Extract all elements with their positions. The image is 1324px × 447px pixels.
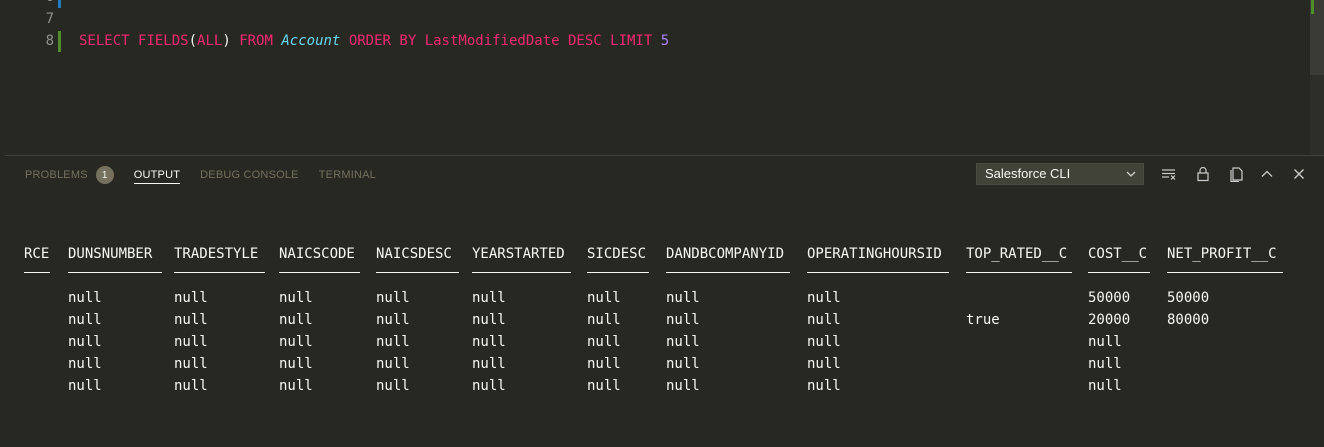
keyword-select: SELECT xyxy=(79,33,130,49)
table-cell: null xyxy=(472,378,506,394)
column-header: NAICSDESC xyxy=(376,246,452,262)
table-cell: null xyxy=(472,290,506,306)
column-header: YEARSTARTED xyxy=(472,246,565,262)
table-cell: null xyxy=(174,334,208,350)
column-underline xyxy=(472,272,571,273)
overview-ruler-marker xyxy=(1311,0,1314,14)
output-view[interactable]: RCE DUNSNUMBER TRADESTYLE NAICSCODE NAICSDES… xyxy=(5,156,1324,447)
table-cell: null xyxy=(1088,356,1122,372)
table-cell: null xyxy=(807,334,841,350)
column-header: DANDBCOMPANYID xyxy=(666,246,785,262)
column-header: TRADESTYLE xyxy=(174,246,259,262)
column-header: DUNSNUMBER xyxy=(68,246,153,262)
table-cell: null xyxy=(279,378,313,394)
editor-scrollbar[interactable] xyxy=(1310,0,1324,155)
column-underline xyxy=(807,272,949,273)
table-cell: 20000 xyxy=(1088,312,1131,328)
table-cell: 50000 xyxy=(1167,290,1210,306)
table-cell: null xyxy=(666,356,700,372)
order-field: LastModifiedDate xyxy=(424,33,560,49)
table-cell: null xyxy=(174,378,208,394)
column-underline xyxy=(68,272,162,273)
sobject-name: Account xyxy=(281,33,341,49)
table-cell: null xyxy=(666,378,700,394)
code-editor[interactable]: 6 7 8 SELECT FIELDS(ALL) FROM Account OR… xyxy=(0,0,1324,155)
table-cell: null xyxy=(587,290,621,306)
table-cell: null xyxy=(174,356,208,372)
column-underline xyxy=(174,272,265,273)
limit-value: 5 xyxy=(660,33,670,49)
column-header: OPERATINGHOURSID xyxy=(807,246,942,262)
table-cell: null xyxy=(666,334,700,350)
table-cell: null xyxy=(587,312,621,328)
table-cell: null xyxy=(807,312,841,328)
keyword-all: ALL xyxy=(197,33,223,49)
table-cell: null xyxy=(376,312,410,328)
table-cell: null xyxy=(68,290,102,306)
git-modified-marker xyxy=(58,0,61,8)
table-cell: null xyxy=(666,290,700,306)
table-cell: null xyxy=(279,290,313,306)
table-cell: null xyxy=(68,312,102,328)
table-cell: null xyxy=(279,356,313,372)
table-cell: null xyxy=(1088,334,1122,350)
column-header: NET_PROFIT__C xyxy=(1167,246,1277,262)
open-paren: ( xyxy=(188,33,198,49)
keyword-desc: DESC xyxy=(567,33,602,49)
table-cell: null xyxy=(807,290,841,306)
line-number: 8 xyxy=(45,33,54,49)
table-cell: null xyxy=(279,334,313,350)
column-underline xyxy=(279,272,360,273)
column-header: NAICSCODE xyxy=(279,246,355,262)
table-cell: null xyxy=(174,312,208,328)
close-paren: ) xyxy=(222,33,231,49)
keyword-limit: LIMIT xyxy=(610,33,653,49)
table-cell: null xyxy=(587,356,621,372)
bottom-panel: PROBLEMS 1 OUTPUT DEBUG CONSOLE TERMINAL… xyxy=(5,155,1324,447)
table-cell: null xyxy=(68,334,102,350)
table-cell: null xyxy=(376,356,410,372)
table-cell: null xyxy=(1088,378,1122,394)
table-cell: null xyxy=(472,356,506,372)
column-header: SICDESC xyxy=(587,246,647,262)
column-underline xyxy=(1167,272,1283,273)
table-cell: null xyxy=(68,378,102,394)
column-underline xyxy=(966,272,1072,273)
column-header: COST__C xyxy=(1088,246,1148,262)
column-header: RCE xyxy=(24,246,50,262)
line-number: 7 xyxy=(45,11,54,27)
soql-query-line[interactable]: SELECT FIELDS(ALL) FROM Account ORDER BY… xyxy=(79,30,669,52)
column-underline xyxy=(666,272,790,273)
table-cell: null xyxy=(807,356,841,372)
table-cell: null xyxy=(279,312,313,328)
column-underline xyxy=(24,272,50,273)
table-cell: null xyxy=(174,290,208,306)
keyword-order-by: ORDER BY xyxy=(348,33,417,49)
table-cell: null xyxy=(376,334,410,350)
table-cell: null xyxy=(376,290,410,306)
table-cell: null xyxy=(587,334,621,350)
git-added-marker xyxy=(58,31,61,52)
table-cell: null xyxy=(472,312,506,328)
line-number: 6 xyxy=(0,0,54,8)
table-cell: 80000 xyxy=(1167,312,1210,328)
table-cell: null xyxy=(587,378,621,394)
column-underline xyxy=(587,272,649,273)
table-cell: null xyxy=(376,378,410,394)
keyword-from: FROM xyxy=(239,33,273,49)
table-cell: null xyxy=(666,312,700,328)
column-header: TOP_RATED__C xyxy=(966,246,1068,262)
table-cell: 50000 xyxy=(1088,290,1131,306)
column-underline xyxy=(376,272,459,273)
table-cell: null xyxy=(68,356,102,372)
table-cell: true xyxy=(966,312,1000,328)
column-underline xyxy=(1088,272,1150,273)
table-cell: null xyxy=(472,334,506,350)
table-cell: null xyxy=(807,378,841,394)
keyword-fields: FIELDS xyxy=(138,33,189,49)
